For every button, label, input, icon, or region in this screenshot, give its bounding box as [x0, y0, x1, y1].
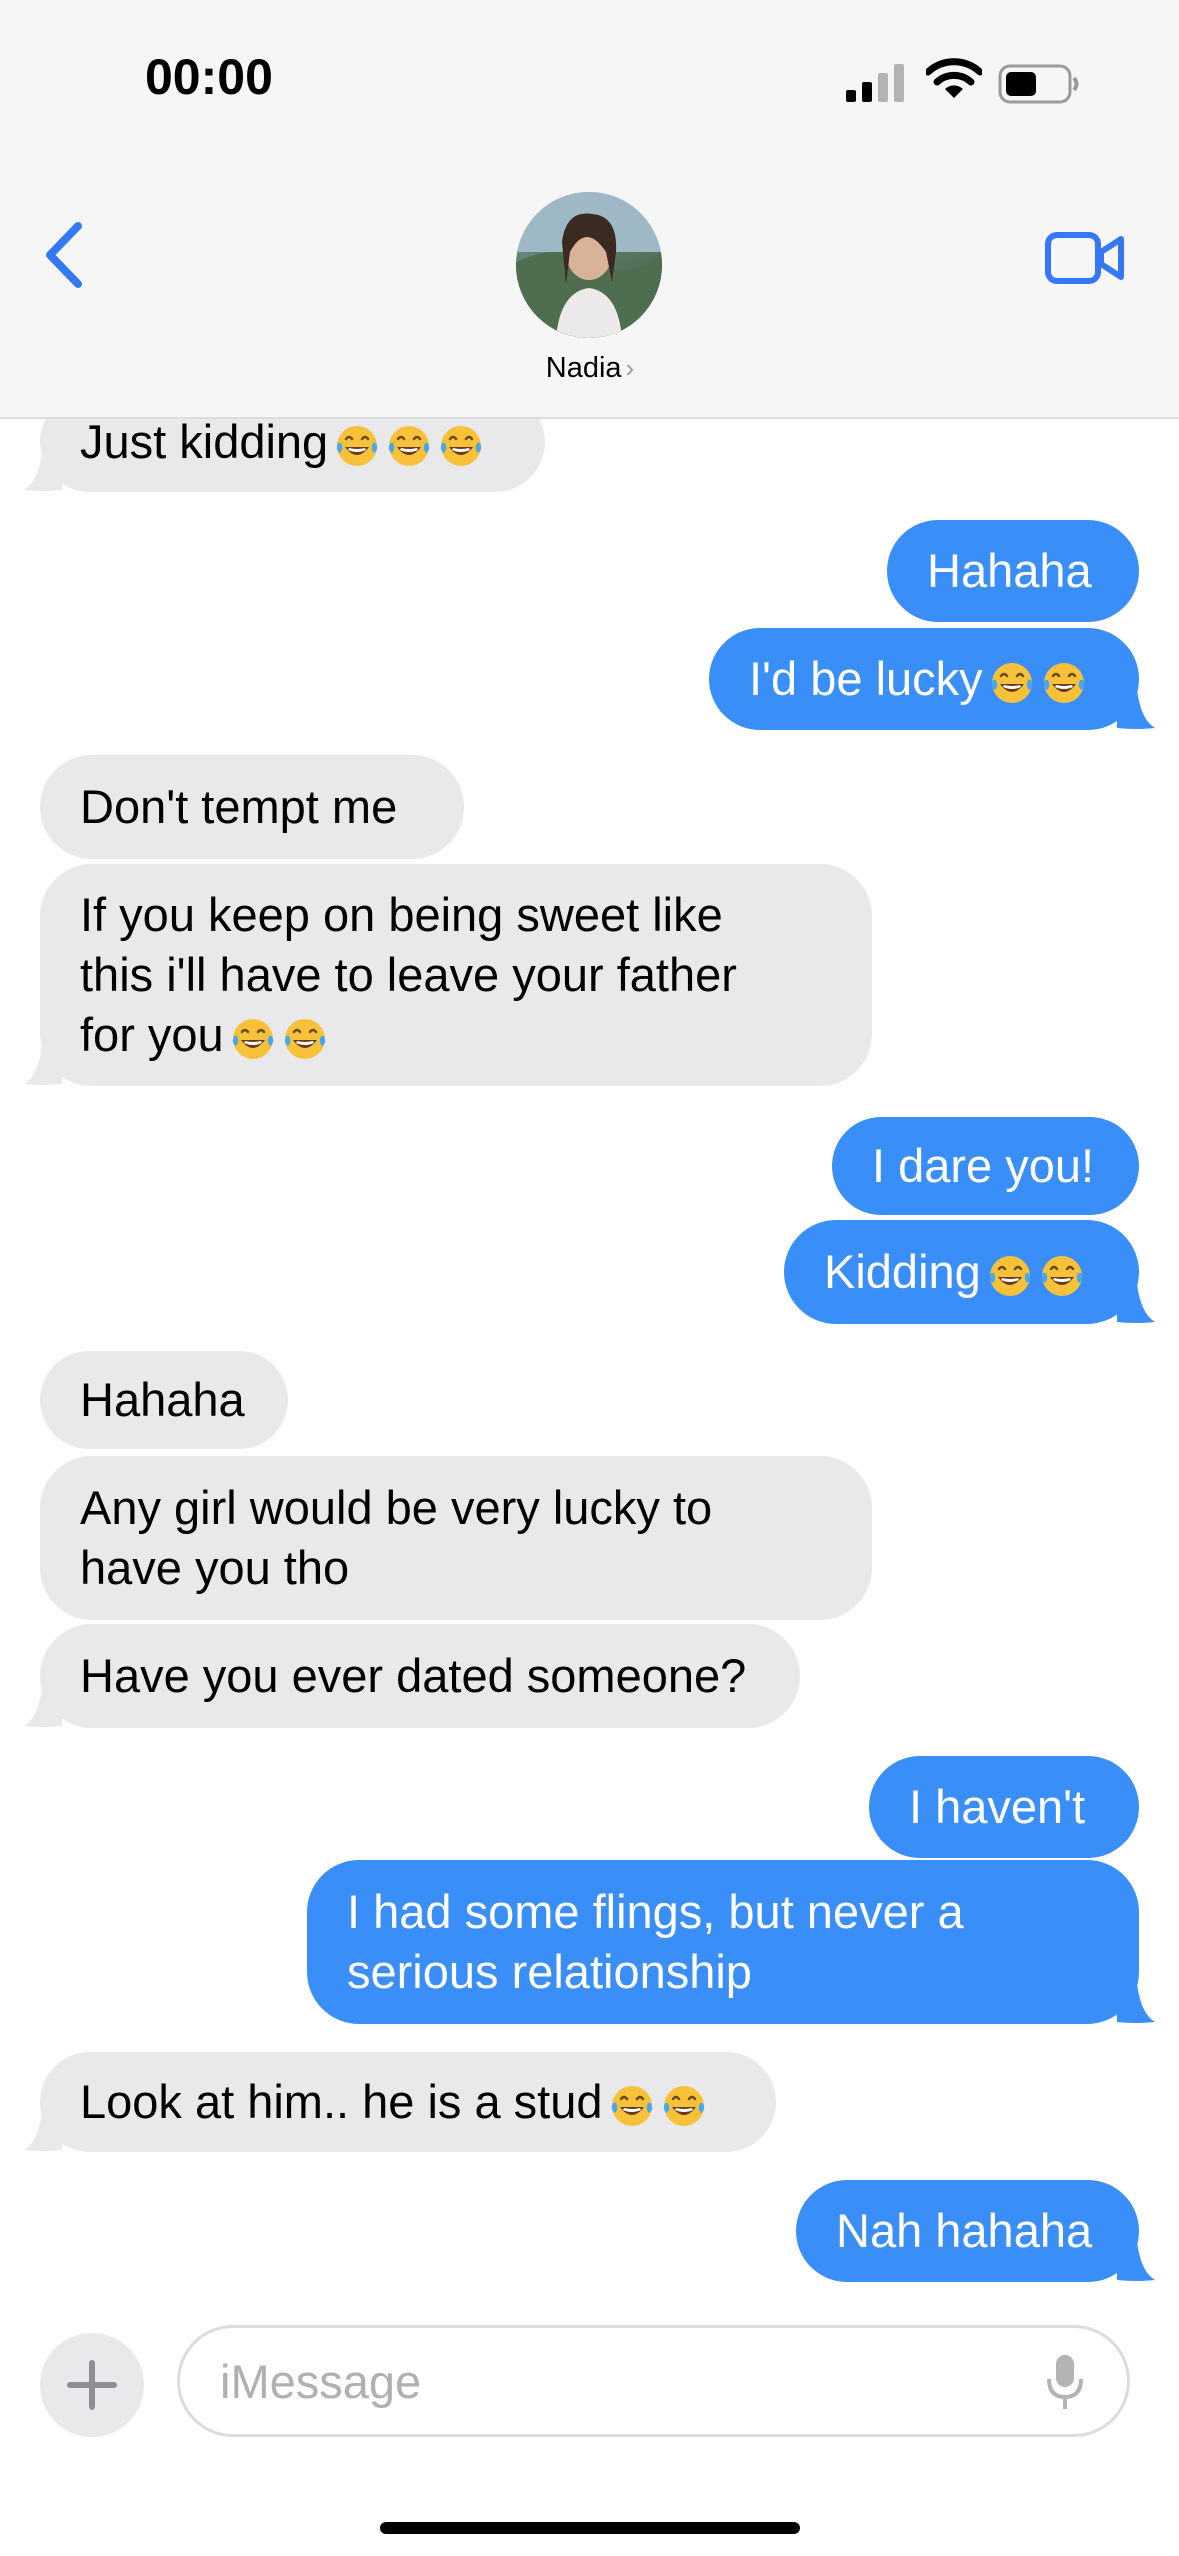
laughing-tears-emoji-icon	[989, 1255, 1030, 1296]
composer-bar	[0, 2300, 1179, 2556]
conversation-header: 00:00 Nadia ›	[0, 0, 1179, 419]
outgoing-message-bubble[interactable]: I'd be lucky	[709, 628, 1139, 730]
message-text: I dare you!	[872, 1139, 1095, 1192]
contact-name: Nadia ›	[500, 352, 680, 385]
outgoing-message-bubble[interactable]: I haven't	[869, 1756, 1139, 1858]
message-input[interactable]	[177, 2325, 1130, 2437]
laughing-tears-emoji-icon	[232, 1018, 273, 1059]
message-text: If you keep on being sweet like this i'l…	[80, 888, 737, 1061]
message-text: Have you ever dated someone?	[80, 1649, 747, 1702]
avatar	[516, 192, 662, 338]
status-bar: 00:00	[0, 0, 1179, 160]
incoming-message-bubble[interactable]: If you keep on being sweet like this i'l…	[40, 864, 872, 1086]
home-indicator	[380, 2522, 800, 2534]
bubble-tail	[1117, 1984, 1155, 2023]
message-text: Hahaha	[80, 1373, 245, 1426]
back-button[interactable]	[40, 220, 100, 300]
outgoing-message-bubble[interactable]: I dare you!	[832, 1117, 1139, 1215]
message-text: Look at him.. he is a stud	[80, 2072, 707, 2132]
message-text: Kidding	[824, 1242, 1085, 1302]
incoming-message-bubble[interactable]: Any girl would be very lucky to have you…	[40, 1456, 872, 1620]
laughing-tears-emoji-icon	[611, 2085, 652, 2126]
chevron-right-icon: ›	[625, 353, 635, 383]
message-text: Don't tempt me	[80, 780, 398, 833]
message-text: I'd be lucky	[749, 649, 1087, 709]
bubble-tail	[1117, 690, 1155, 729]
outgoing-message-bubble[interactable]: I had some flings, but never a serious r…	[307, 1860, 1139, 2024]
laughing-tears-emoji-icon	[991, 662, 1032, 703]
bubble-tail	[24, 1046, 62, 1085]
microphone-icon[interactable]	[1045, 2353, 1085, 2411]
bubble-tail	[1117, 1284, 1155, 1323]
message-text: Just kidding	[80, 412, 484, 472]
message-text: I had some flings, but never a serious r…	[347, 1885, 964, 1998]
bubble-tail	[24, 452, 62, 491]
outgoing-message-bubble[interactable]: Nah hahaha	[796, 2180, 1139, 2282]
incoming-message-bubble[interactable]: Look at him.. he is a stud	[40, 2052, 776, 2152]
status-time: 00:00	[145, 49, 273, 105]
message-text: I haven't	[909, 1780, 1086, 1833]
wifi-icon	[926, 58, 982, 98]
incoming-message-bubble[interactable]: Have you ever dated someone?	[40, 1624, 800, 1728]
outgoing-message-bubble[interactable]: Hahaha	[887, 520, 1139, 622]
laughing-tears-emoji-icon	[1043, 662, 1084, 703]
back-chevron-icon	[46, 222, 82, 288]
video-call-icon	[1045, 232, 1124, 284]
plus-icon	[67, 2360, 117, 2410]
outgoing-message-bubble[interactable]: Kidding	[784, 1220, 1139, 1324]
incoming-message-bubble[interactable]: Don't tempt me	[40, 755, 464, 859]
apps-button[interactable]	[40, 2333, 144, 2437]
message-text: Any girl would be very lucky to have you…	[80, 1481, 713, 1594]
bubble-tail	[24, 2112, 62, 2151]
laughing-tears-emoji-icon	[663, 2085, 704, 2126]
avatar-photo	[516, 192, 662, 338]
incoming-message-bubble[interactable]: Hahaha	[40, 1351, 288, 1449]
contact-info-button[interactable]: Nadia ›	[500, 190, 680, 390]
message-text: Nah hahaha	[836, 2204, 1093, 2257]
bubble-tail	[1117, 2242, 1155, 2281]
laughing-tears-emoji-icon	[1041, 1255, 1082, 1296]
laughing-tears-emoji-icon	[441, 425, 482, 466]
battery-icon	[998, 64, 1079, 104]
video-call-button[interactable]	[1045, 230, 1125, 290]
message-text: Hahaha	[927, 544, 1092, 597]
laughing-tears-emoji-icon	[284, 1018, 325, 1059]
signal-icon	[846, 64, 904, 102]
contact-name-text: Nadia	[545, 352, 622, 384]
bubble-tail	[24, 1688, 62, 1727]
laughing-tears-emoji-icon	[337, 425, 378, 466]
laughing-tears-emoji-icon	[389, 425, 430, 466]
